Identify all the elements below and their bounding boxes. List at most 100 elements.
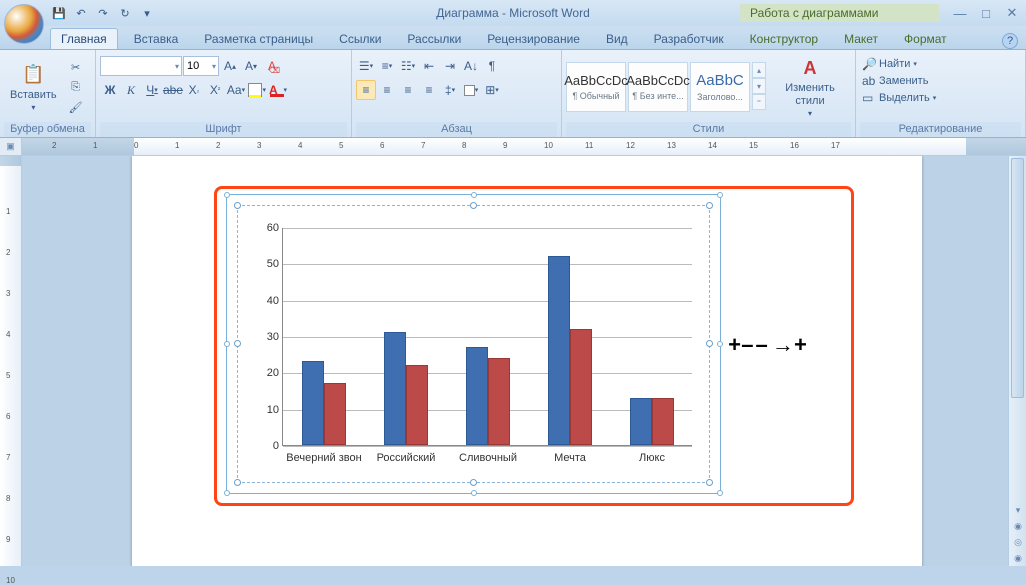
- group-editing-label: Редактирование: [860, 122, 1021, 137]
- help-button[interactable]: ?: [1002, 33, 1018, 49]
- tab-view[interactable]: Вид: [596, 29, 638, 49]
- chart-plot-selection[interactable]: 0102030405060Вечерний звонРоссийскийСлив…: [237, 205, 710, 483]
- prev-page-button[interactable]: ◉: [1009, 518, 1026, 534]
- tab-developer[interactable]: Разработчик: [644, 29, 734, 49]
- bar-Люкс-s1[interactable]: [652, 398, 674, 445]
- qat-menu-icon[interactable]: ▾: [138, 4, 156, 22]
- font-name-combo[interactable]: ▾: [100, 56, 182, 76]
- cut-button[interactable]: ✂: [66, 58, 86, 76]
- chart-plot-area[interactable]: 0102030405060Вечерний звонРоссийскийСлив…: [282, 228, 692, 446]
- bar-Мечта-s1[interactable]: [570, 329, 592, 445]
- office-button[interactable]: [4, 4, 44, 44]
- replace-icon: ab: [862, 74, 876, 88]
- highlight-icon: [248, 83, 262, 97]
- bar-Сливочный-s0[interactable]: [466, 347, 488, 445]
- change-case-button[interactable]: Aa▾: [226, 80, 246, 100]
- tab-references[interactable]: Ссылки: [329, 29, 391, 49]
- chevron-down-icon: ▾: [175, 62, 181, 71]
- bar-Сливочный-s1[interactable]: [488, 358, 510, 445]
- italic-button[interactable]: К: [121, 80, 141, 100]
- scroll-down-button[interactable]: ▾: [1009, 502, 1026, 518]
- sort-button[interactable]: A↓: [461, 56, 481, 76]
- tab-insert[interactable]: Вставка: [124, 29, 189, 49]
- increase-indent-button[interactable]: ⇥: [440, 56, 460, 76]
- group-paragraph-label: Абзац: [356, 122, 557, 137]
- multilevel-list-button[interactable]: ☷▾: [398, 56, 418, 76]
- superscript-button[interactable]: X²: [205, 80, 225, 100]
- title-bar: 💾 ↶ ↷ ↻ ▾ Диаграмма - Microsoft Word Раб…: [0, 0, 1026, 26]
- align-center-button[interactable]: ≡: [377, 80, 397, 100]
- repeat-icon[interactable]: ↻: [116, 4, 134, 22]
- style-no-spacing[interactable]: AaBbCcDc¶ Без инте...: [628, 62, 688, 112]
- next-page-button[interactable]: ◉: [1009, 550, 1026, 566]
- strikethrough-button[interactable]: abe: [163, 80, 183, 100]
- tab-home[interactable]: Главная: [50, 28, 118, 49]
- group-font-label: Шрифт: [100, 122, 347, 137]
- select-button[interactable]: ▭Выделить▾: [860, 90, 1021, 106]
- bar-Вечерний звон-s0[interactable]: [302, 361, 324, 445]
- highlight-button[interactable]: ▾: [247, 80, 267, 100]
- save-icon[interactable]: 💾: [50, 4, 68, 22]
- font-color-button[interactable]: A▾: [268, 80, 288, 100]
- bar-Российский-s0[interactable]: [384, 332, 406, 445]
- group-paragraph: ☰▾ ≡▾ ☷▾ ⇤ ⇥ A↓ ¶ ≡ ≡ ≡ ≡ ‡▾ ▾ ⊞▾ Абзац: [352, 50, 562, 137]
- clear-formatting-button[interactable]: A⌫: [262, 56, 282, 76]
- gallery-down-button[interactable]: ▾: [752, 78, 766, 94]
- show-marks-button[interactable]: ¶: [482, 56, 502, 76]
- shading-button[interactable]: ▾: [461, 80, 481, 100]
- grow-font-button[interactable]: A▴: [220, 56, 240, 76]
- borders-button[interactable]: ⊞▾: [482, 80, 502, 100]
- undo-icon[interactable]: ↶: [72, 4, 90, 22]
- maximize-button[interactable]: □: [978, 6, 994, 20]
- change-styles-button[interactable]: A Изменить стили ▾: [769, 54, 851, 119]
- tab-chart-format[interactable]: Формат: [894, 29, 957, 49]
- chevron-down-icon: ▾: [212, 62, 218, 71]
- vertical-ruler[interactable]: 12345678910: [0, 156, 22, 566]
- tab-chart-design[interactable]: Конструктор: [740, 29, 828, 49]
- find-button[interactable]: 🔎Найти▾: [860, 56, 1021, 72]
- gallery-up-button[interactable]: ▴: [752, 62, 766, 78]
- close-button[interactable]: ✕: [1004, 6, 1020, 20]
- numbering-button[interactable]: ≡▾: [377, 56, 397, 76]
- ruler-corner[interactable]: ▣: [0, 138, 22, 156]
- subscript-button[interactable]: X₂: [184, 80, 204, 100]
- style-normal[interactable]: AaBbCcDc¶ Обычный: [566, 62, 626, 112]
- style-heading1[interactable]: AaBbCЗаголово...: [690, 62, 750, 112]
- format-painter-button[interactable]: 🖌: [66, 98, 86, 116]
- bold-button[interactable]: Ж: [100, 80, 120, 100]
- style-gallery[interactable]: AaBbCcDc¶ Обычный AaBbCcDc¶ Без инте... …: [566, 62, 766, 112]
- bar-Мечта-s0[interactable]: [548, 256, 570, 445]
- vertical-scrollbar[interactable]: ▴ ▾ ◉ ◎ ◉: [1008, 138, 1026, 566]
- scroll-thumb[interactable]: [1011, 158, 1024, 398]
- bar-Вечерний звон-s1[interactable]: [324, 383, 346, 445]
- replace-button[interactable]: abЗаменить: [860, 73, 1021, 89]
- bar-Люкс-s0[interactable]: [630, 398, 652, 445]
- chart-object[interactable]: 0102030405060Вечерний звонРоссийскийСлив…: [226, 194, 721, 494]
- paste-label: Вставить: [10, 89, 57, 101]
- copy-button[interactable]: ⎘: [66, 78, 86, 96]
- align-right-button[interactable]: ≡: [398, 80, 418, 100]
- paste-icon: 📋: [21, 63, 45, 87]
- line-spacing-button[interactable]: ‡▾: [440, 80, 460, 100]
- font-size-combo[interactable]: 10▾: [183, 56, 219, 76]
- tab-mailings[interactable]: Рассылки: [397, 29, 471, 49]
- xlabel: Вечерний звон: [283, 452, 365, 464]
- bar-Российский-s1[interactable]: [406, 365, 428, 445]
- window-title: Диаграмма - Microsoft Word: [436, 6, 590, 20]
- decrease-indent-button[interactable]: ⇤: [419, 56, 439, 76]
- bullets-button[interactable]: ☰▾: [356, 56, 376, 76]
- tab-review[interactable]: Рецензирование: [477, 29, 590, 49]
- tab-chart-layout[interactable]: Макет: [834, 29, 888, 49]
- browse-object-button[interactable]: ◎: [1009, 534, 1026, 550]
- underline-button[interactable]: Ч▾: [142, 80, 162, 100]
- workspace[interactable]: +– – →+: [22, 156, 1026, 566]
- justify-button[interactable]: ≡: [419, 80, 439, 100]
- horizontal-ruler[interactable]: 32101234567891011121314151617: [22, 138, 1026, 156]
- redo-icon[interactable]: ↷: [94, 4, 112, 22]
- gallery-more-button[interactable]: ⁼: [752, 94, 766, 110]
- minimize-button[interactable]: —: [952, 6, 968, 20]
- align-left-button[interactable]: ≡: [356, 80, 376, 100]
- tab-page-layout[interactable]: Разметка страницы: [194, 29, 323, 49]
- shrink-font-button[interactable]: A▾: [241, 56, 261, 76]
- paste-button[interactable]: 📋 Вставить ▾: [4, 61, 63, 114]
